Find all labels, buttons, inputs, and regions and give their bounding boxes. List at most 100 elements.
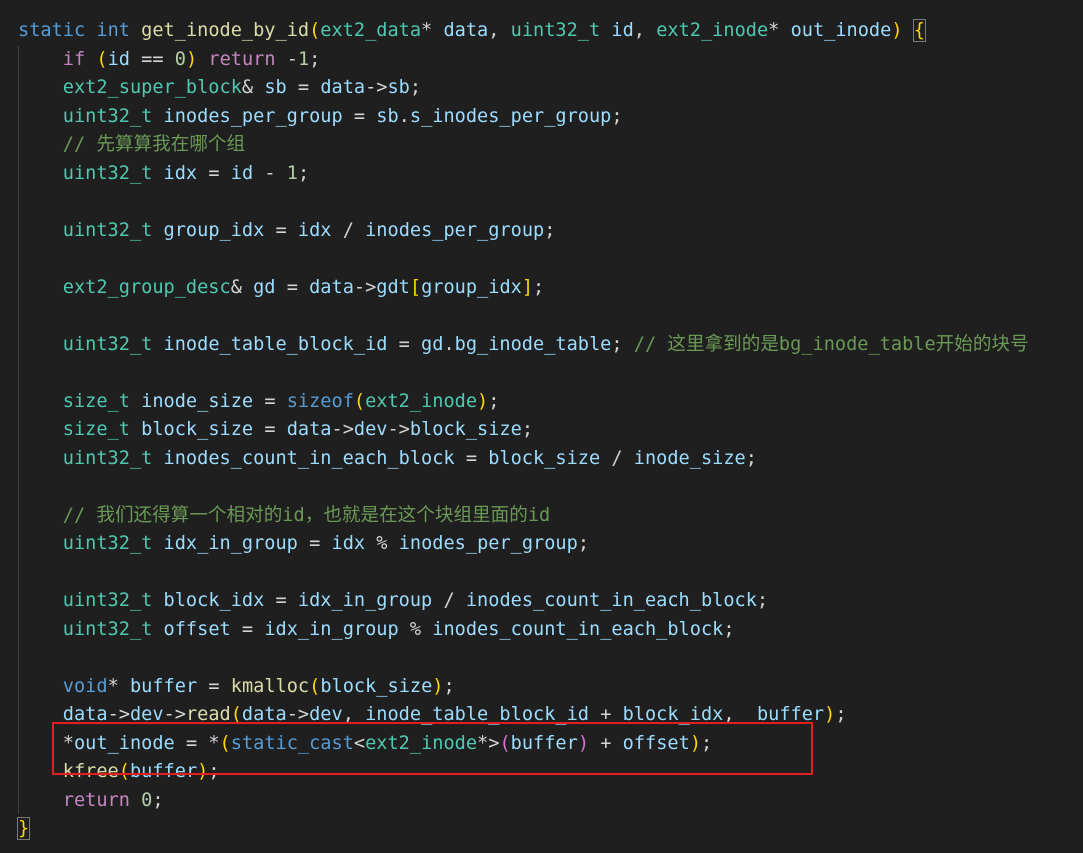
code-token: data — [286, 419, 332, 440]
code-token: ) — [197, 761, 209, 782]
code-token: , — [342, 704, 354, 725]
code-line[interactable]: uint32_t offset = idx_in_group % inodes_… — [18, 616, 735, 644]
code-line[interactable]: // 先算算我在哪个组 — [18, 131, 245, 159]
code-token: block_size — [488, 447, 601, 469]
code-line[interactable]: uint32_t idx = id - 1; — [18, 160, 309, 188]
code-token: ( — [353, 390, 366, 412]
code-token: , — [633, 20, 645, 41]
code-token: [ — [409, 276, 422, 298]
code-token: ; — [208, 761, 220, 782]
code-token: idx_in_group — [163, 533, 298, 554]
code-token: -> — [107, 704, 130, 725]
code-token: out_inode — [790, 20, 892, 41]
code-line[interactable]: ext2_group_desc& gd = data->gdt[group_id… — [18, 274, 544, 302]
code-line[interactable]: static int get_inode_by_id(ext2_data* da… — [18, 17, 926, 45]
code-token: dev — [129, 704, 164, 725]
code-token: block_size — [409, 419, 522, 440]
code-token: = — [264, 390, 276, 412]
code-token: ) — [577, 732, 590, 754]
code-token: inode_table_block_id — [163, 333, 388, 355]
code-token: group_idx — [421, 276, 522, 298]
code-token: % — [376, 533, 388, 554]
code-token: ; — [701, 732, 713, 754]
code-token: * — [107, 675, 119, 697]
code-token: = — [208, 162, 220, 184]
code-line[interactable]: uint32_t inodes_per_group = sb.s_inodes_… — [18, 103, 623, 131]
code-line[interactable]: if (id == 0) return -1; — [18, 46, 321, 74]
code-line[interactable]: return 0; — [18, 787, 164, 815]
code-token: ; — [835, 704, 847, 725]
code-token: > — [488, 732, 500, 754]
code-line[interactable]: *out_inode = *(static_cast<ext2_inode*>(… — [18, 730, 712, 758]
code-token: ; — [544, 219, 556, 241]
code-token: kmalloc — [230, 675, 310, 697]
code-token: uint32_t — [62, 219, 153, 241]
code-token: - — [264, 162, 276, 184]
code-token: ) — [477, 390, 489, 412]
code-token: id — [107, 48, 130, 70]
code-line[interactable]: // 我们还得算一个相对的id，也就是在这个块组里面的id — [18, 502, 550, 530]
code-token: read — [185, 704, 231, 725]
code-token: / — [342, 219, 354, 241]
code-token: gd — [253, 276, 276, 298]
code-token: = — [264, 419, 276, 440]
code-token: ) — [432, 675, 444, 697]
code-line[interactable]: uint32_t group_idx = idx / inodes_per_gr… — [18, 217, 556, 245]
code-token: data — [443, 20, 489, 41]
code-token: block_size — [320, 675, 433, 697]
code-token: ; — [152, 789, 164, 811]
code-token: = — [398, 333, 410, 355]
code-token: ; — [409, 77, 422, 98]
code-line[interactable]: ext2_super_block& sb = data->sb; — [18, 74, 421, 102]
code-token: // 这里拿到的是bg_inode_table开始的块号 — [633, 333, 1029, 355]
code-line[interactable]: data->dev->read(data->dev, inode_table_b… — [18, 701, 847, 729]
code-token: = — [241, 618, 254, 640]
code-token: . — [443, 333, 455, 355]
code-line[interactable]: size_t block_size = data->dev->block_siz… — [18, 416, 533, 444]
code-token: uint32_t — [62, 618, 153, 640]
code-token: data — [62, 704, 108, 725]
code-token: } — [16, 817, 31, 840]
code-line[interactable]: void* buffer = kmalloc(block_size); — [18, 673, 455, 701]
code-token: { — [912, 19, 926, 42]
code-token: + — [600, 704, 612, 725]
code-token: data — [241, 704, 287, 725]
code-token: ; — [756, 590, 769, 611]
code-token: uint32_t — [62, 590, 153, 611]
code-token: ; — [309, 48, 321, 70]
code-token: = — [152, 48, 164, 70]
code-line[interactable]: } — [16, 815, 31, 843]
code-token: sb — [264, 77, 287, 98]
code-token: * — [62, 732, 74, 754]
code-token: -> — [353, 276, 377, 298]
code-token: -> — [286, 704, 310, 725]
code-token: inodes_count_in_each_block — [465, 590, 757, 611]
code-token: = — [353, 105, 366, 127]
code-line[interactable]: uint32_t inode_table_block_id = gd.bg_in… — [18, 331, 1029, 359]
code-token: ext2_inode — [365, 390, 478, 412]
code-token: -> — [387, 419, 410, 440]
code-token: 0 — [141, 789, 153, 811]
code-token: group_idx — [163, 219, 265, 241]
code-token: // 我们还得算一个相对的id，也就是在这个块组里面的id — [62, 504, 551, 526]
code-editor[interactable]: static int get_inode_by_id(ext2_data* da… — [0, 0, 1083, 853]
code-token: get_inode_by_id — [141, 20, 310, 41]
code-token: ( — [118, 761, 130, 782]
code-line[interactable]: kfree(buffer); — [18, 758, 220, 786]
code-token: ( — [219, 732, 231, 754]
code-token: sb — [387, 77, 410, 98]
code-token: inode_table_block_id — [365, 704, 589, 725]
code-token: gd — [421, 333, 444, 355]
code-token: 1 — [286, 162, 298, 184]
code-token: idx — [163, 162, 198, 184]
code-token: - — [286, 48, 298, 70]
code-token: * — [208, 732, 220, 754]
code-line[interactable]: uint32_t idx_in_group = idx % inodes_per… — [18, 530, 589, 558]
code-token: inode_size — [141, 390, 254, 412]
code-line[interactable]: uint32_t inodes_count_in_each_block = bl… — [18, 445, 757, 473]
code-line[interactable]: uint32_t block_idx = idx_in_group / inod… — [18, 587, 768, 615]
code-token: // 先算算我在哪个组 — [62, 134, 246, 155]
code-token: inodes_count_in_each_block — [163, 447, 455, 469]
code-token: ) — [824, 704, 836, 725]
code-line[interactable]: size_t inode_size = sizeof(ext2_inode); — [18, 388, 500, 416]
